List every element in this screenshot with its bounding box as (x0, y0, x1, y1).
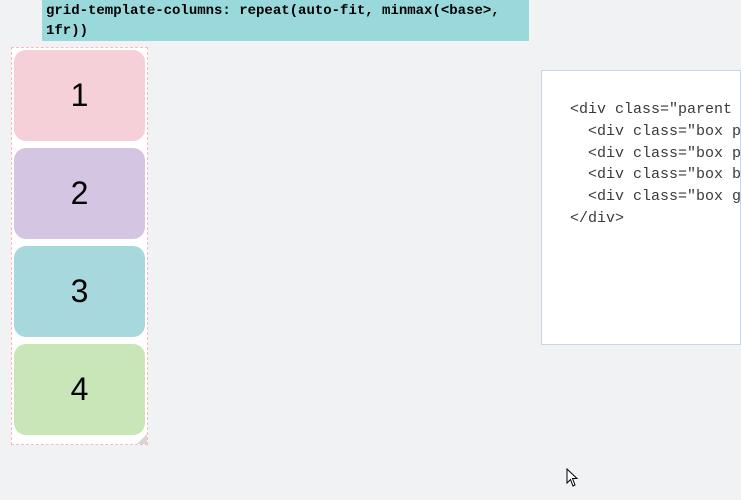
grid-box-2: 2 (14, 148, 145, 239)
code-line: <div class="box p (570, 123, 741, 140)
grid-box-4: 4 (14, 344, 145, 435)
code-line: <div class="box p (570, 145, 741, 162)
resize-handle-icon[interactable] (137, 434, 147, 444)
header-code-block: grid-template-columns: repeat(auto-fit, … (42, 0, 529, 41)
code-line: <div class="box b (570, 166, 741, 183)
grid-box-1: 1 (14, 50, 145, 141)
cursor-icon (566, 468, 580, 488)
code-line: <div class="parent p (570, 101, 741, 118)
code-line: <div class="box g (570, 188, 741, 205)
code-line: </div> (570, 210, 624, 227)
grid-demo-container[interactable]: 1 2 3 4 (11, 47, 148, 445)
grid-box-3: 3 (14, 246, 145, 337)
html-code-panel: <div class="parent p <div class="box p <… (541, 70, 741, 345)
